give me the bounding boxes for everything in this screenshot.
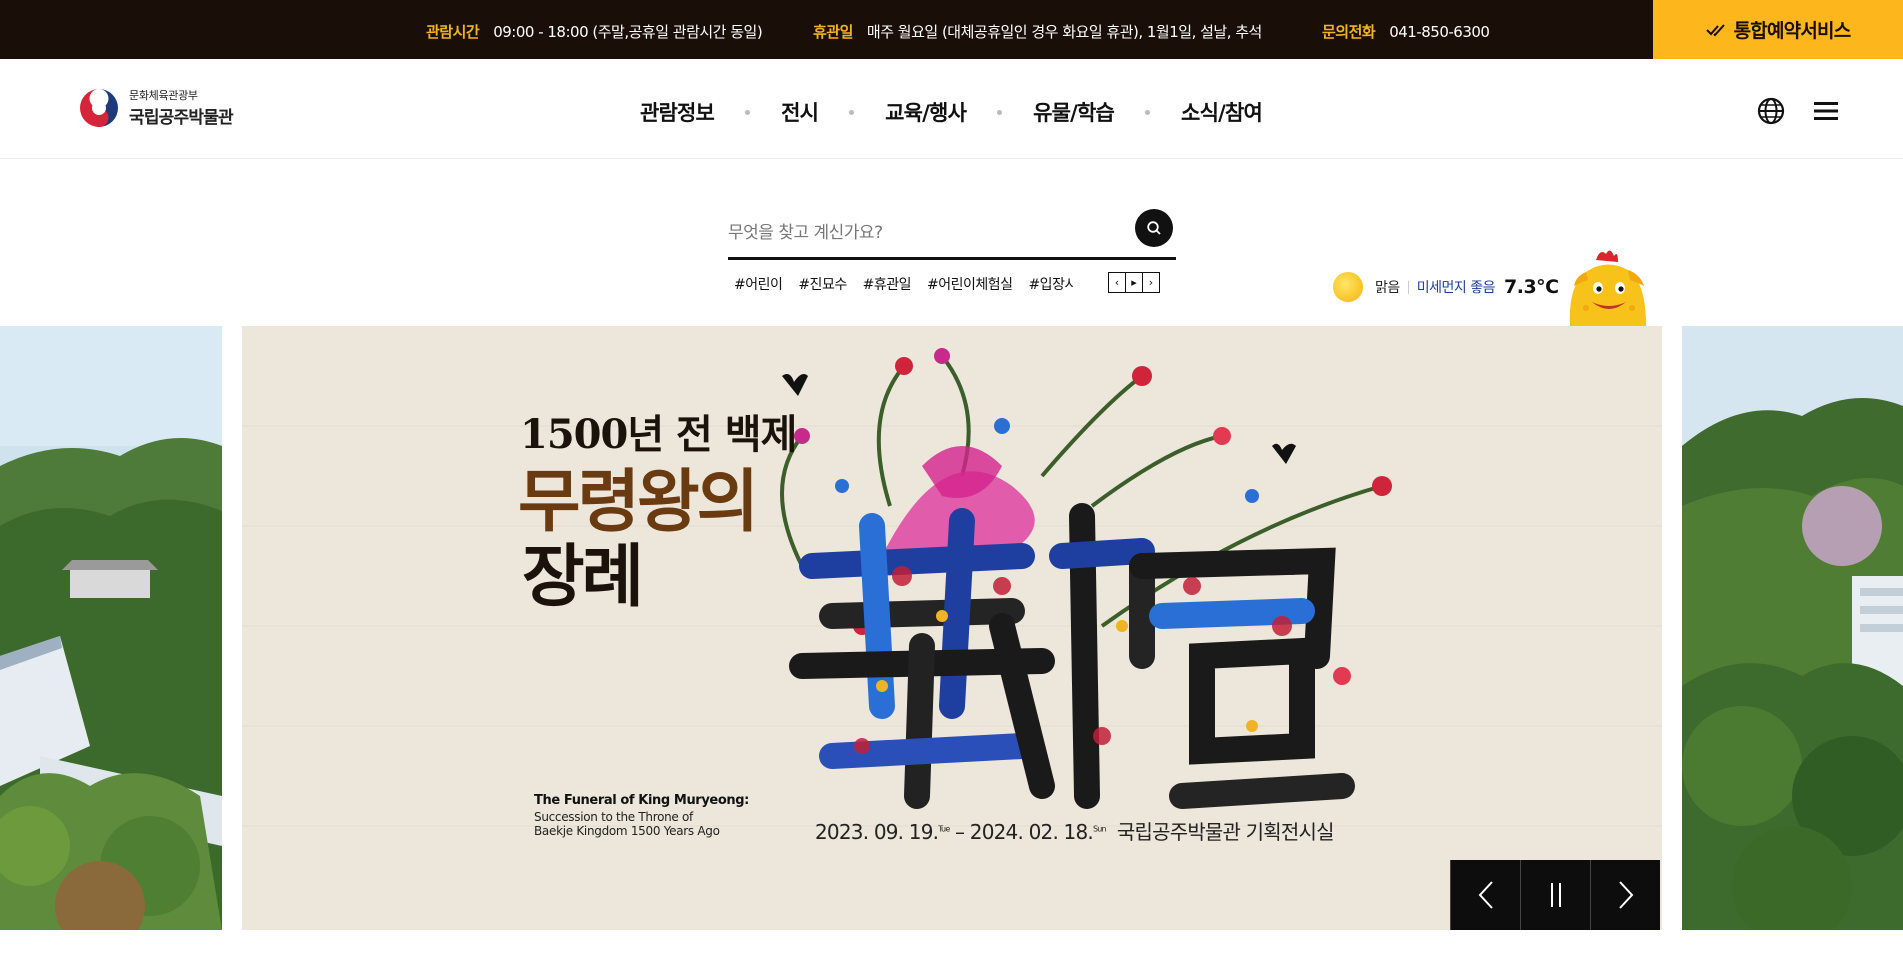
exhibition-venue: 국립공주박물관 기획전시실 bbox=[1116, 820, 1335, 844]
tag-item[interactable]: #입장시 bbox=[1028, 277, 1074, 293]
search-input[interactable] bbox=[728, 218, 1118, 248]
banner-pause-button[interactable] bbox=[1520, 860, 1590, 930]
chevron-left-icon bbox=[1478, 881, 1493, 909]
museum-mascot-icon bbox=[1566, 246, 1650, 326]
opening-hours: 관람시간 09:00 - 18:00 (주말,공휴일 관람시간 동일) bbox=[426, 21, 763, 42]
nav-news-participation[interactable]: 소식/참여 bbox=[1181, 97, 1263, 127]
banner-english-subtitle: Succession to the Throne of Baekje Kingd… bbox=[534, 810, 720, 838]
contact-phone-value: 041-850-6300 bbox=[1389, 23, 1490, 41]
globe-icon[interactable] bbox=[1757, 97, 1785, 125]
play-icon: ▸ bbox=[1131, 276, 1137, 289]
search-icon bbox=[1147, 221, 1161, 235]
integrated-reservation-button[interactable]: 통합예약서비스 bbox=[1653, 0, 1903, 59]
opening-hours-value: 09:00 - 18:00 (주말,공휴일 관람시간 동일) bbox=[493, 23, 763, 41]
banner-prev-button[interactable] bbox=[1450, 860, 1520, 930]
chevron-right-icon: › bbox=[1148, 276, 1154, 289]
logo-ministry-text: 문화체육관광부 bbox=[129, 89, 198, 102]
tag-next-button[interactable]: › bbox=[1142, 272, 1160, 293]
pause-icon bbox=[1550, 883, 1561, 907]
date-start-day: Tue bbox=[938, 824, 950, 834]
banner-english-title: The Funeral of King Muryeong: bbox=[534, 793, 749, 808]
tag-item[interactable]: #어린이체험실 bbox=[927, 277, 1013, 293]
opening-hours-label: 관람시간 bbox=[426, 23, 480, 41]
contact-phone: 문의전화 041-850-6300 bbox=[1322, 21, 1490, 42]
double-check-icon bbox=[1705, 23, 1725, 36]
tag-item[interactable]: #어린이 bbox=[734, 277, 783, 293]
nav-separator bbox=[1145, 109, 1151, 115]
banner-title-line3: 장례 bbox=[522, 537, 644, 617]
closed-days-value: 매주 월요일 (대체공휴일인 경우 화요일 휴관), 1월1일, 설날, 추석 bbox=[866, 23, 1262, 41]
weather-condition: 맑음 bbox=[1375, 280, 1400, 296]
chevron-left-icon: ‹ bbox=[1114, 276, 1120, 289]
weather-divider bbox=[1407, 280, 1409, 294]
previous-slide-preview[interactable] bbox=[0, 326, 222, 930]
contact-phone-label: 문의전화 bbox=[1322, 23, 1376, 41]
nav-visit-info[interactable]: 관람정보 bbox=[640, 97, 715, 127]
hamburger-menu-icon[interactable] bbox=[1812, 97, 1840, 125]
tag-controls: ‹ ▸ › bbox=[1108, 272, 1160, 293]
nav-relics-learning[interactable]: 유물/학습 bbox=[1033, 97, 1115, 127]
chevron-right-icon bbox=[1618, 881, 1633, 909]
museum-logo[interactable]: 문화체육관광부 국립공주박물관 bbox=[79, 87, 234, 128]
taegeuk-emblem-icon bbox=[79, 88, 119, 128]
closed-days-label: 휴관일 bbox=[813, 23, 853, 41]
popular-tags: #어린이 #진묘수 #휴관일 #어린이체험실 #입장시 bbox=[734, 274, 1074, 294]
banner-exhibition-period: 2023. 09. 19.Tue – 2024. 02. 18.Sun 국립공주… bbox=[815, 820, 1335, 844]
reservation-label: 통합예약서비스 bbox=[1733, 20, 1852, 42]
next-slide-preview[interactable] bbox=[1682, 326, 1903, 930]
logo-museum-name: 국립공주박물관 bbox=[129, 108, 234, 128]
weather-widget: 맑음 미세먼지 좋음 7.3°C bbox=[1333, 272, 1559, 302]
nav-education-events[interactable]: 교육/행사 bbox=[885, 97, 967, 127]
date-end-day: Sun bbox=[1092, 824, 1107, 834]
tag-item[interactable]: #진묘수 bbox=[798, 277, 847, 293]
sun-icon bbox=[1333, 272, 1363, 302]
banner-controls bbox=[1450, 860, 1660, 930]
top-info-bar: 관람시간 09:00 - 18:00 (주말,공휴일 관람시간 동일) 휴관일 매주… bbox=[0, 0, 1903, 59]
date-end: 2024. 02. 18. bbox=[969, 820, 1094, 844]
nav-separator bbox=[745, 109, 751, 115]
nav-separator bbox=[849, 109, 855, 115]
tag-prev-button[interactable]: ‹ bbox=[1108, 272, 1126, 293]
search-button[interactable] bbox=[1135, 209, 1173, 247]
tag-item[interactable]: #휴관일 bbox=[863, 277, 912, 293]
banner-next-button[interactable] bbox=[1590, 860, 1660, 930]
main-navigation: 관람정보 전시 교육/행사 유물/학습 소식/참여 bbox=[640, 97, 1263, 127]
temperature: 7.3°C bbox=[1504, 276, 1559, 298]
nav-exhibition[interactable]: 전시 bbox=[781, 97, 819, 127]
site-header: 문화체육관광부 국립공주박물관 관람정보 전시 교육/행사 유물/학습 소식/참… bbox=[0, 59, 1903, 159]
main-exhibition-banner[interactable]: 1500년 전 백제 무령왕의 장례 The Funeral of King M… bbox=[242, 326, 1662, 930]
search-bar bbox=[728, 208, 1176, 260]
nav-separator bbox=[997, 109, 1003, 115]
closed-days: 휴관일 매주 월요일 (대체공휴일인 경우 화요일 휴관), 1월1일, 설날, … bbox=[813, 21, 1262, 42]
tag-play-button[interactable]: ▸ bbox=[1125, 272, 1143, 293]
fine-dust-status: 미세먼지 좋음 bbox=[1416, 280, 1496, 296]
date-start: 2023. 09. 19. bbox=[815, 820, 939, 844]
